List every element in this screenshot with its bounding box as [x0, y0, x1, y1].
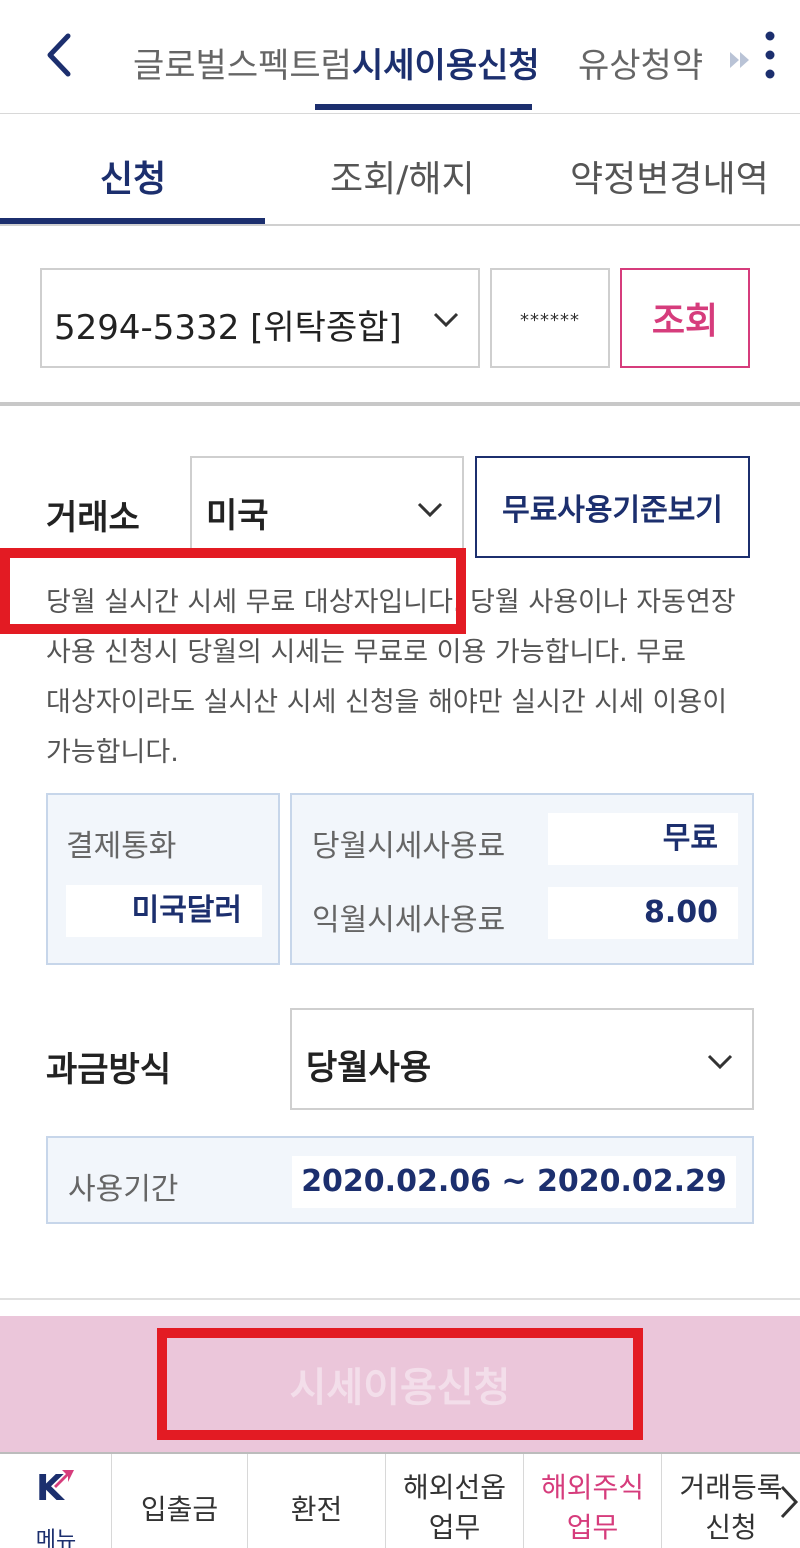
password-mask: ****** [520, 310, 580, 331]
chevron-right-icon[interactable] [778, 1484, 800, 1520]
billing-value: 당월사용 [306, 1048, 432, 1088]
section-divider [0, 1298, 800, 1300]
exchange-select[interactable]: 미국 [190, 456, 464, 558]
billing-label: 과금방식 [46, 1050, 172, 1090]
double-chevron-right-icon[interactable] [728, 48, 752, 72]
sub-tab-indicator [0, 218, 265, 224]
notice-line: 대상자이라도 실시산 시세 신청을 해야만 실시간 시세 이용이 [46, 687, 728, 718]
free-criteria-button[interactable]: 무료사용기준보기 [475, 456, 750, 558]
period-label: 사용기간 [68, 1172, 179, 1207]
bottom-nav: K 메뉴 입출금 환전 해외선옵 업무 해외주식 업무 거래등록 신청 [0, 1452, 800, 1548]
notice-line: 사용 신청시 당월의 시세는 무료로 이용 가능합니다. 무료 [46, 637, 686, 668]
next-month-fee-value: 8.00 [548, 887, 738, 939]
menu-button[interactable]: K 메뉴 [0, 1454, 112, 1548]
arrow-up-right-icon [54, 1470, 74, 1488]
period-panel: 사용기간 2020.02.06 ~ 2020.02.29 [46, 1136, 754, 1224]
nav-overseas-futures[interactable]: 해외선옵 업무 [386, 1454, 524, 1548]
currency-panel: 결제통화 미국달러 [46, 793, 280, 965]
nav-label: 업무 [566, 1511, 619, 1544]
highlight-box-notice [0, 548, 466, 634]
nav-label: 환전 [290, 1493, 343, 1526]
tab-apply[interactable]: 신청 [100, 150, 166, 202]
menu-label: 메뉴 [35, 1528, 77, 1548]
account-select[interactable]: 5294-5332 [위탁종합] [40, 268, 480, 368]
nav-overseas-stocks[interactable]: 해외주식 업무 [524, 1454, 662, 1548]
top-tab-global-spectrum[interactable]: 글로벌스펙트럼 [133, 38, 352, 87]
nav-deposit-withdraw[interactable]: 입출금 [112, 1454, 248, 1548]
period-value: 2020.02.06 ~ 2020.02.29 [292, 1156, 736, 1208]
fee-panel: 당월시세사용료 무료 익월시세사용료 8.00 [290, 793, 754, 965]
sub-tab-bar: 신청 조회/해지 약정변경내역 [0, 114, 800, 226]
highlight-box-apply [157, 1328, 643, 1440]
top-tab-indicator [315, 104, 532, 110]
top-header: 글로벌스펙트럼 시세이용신청 유상청약 [0, 0, 800, 114]
currency-value: 미국달러 [66, 885, 262, 937]
nav-label: 입출금 [140, 1493, 219, 1526]
tab-contract-history[interactable]: 약정변경내역 [570, 150, 769, 202]
account-row: 5294-5332 [위탁종합] ****** 조회 [0, 226, 800, 406]
chevron-down-icon [417, 502, 443, 518]
nav-label: 해외주식 [540, 1471, 645, 1504]
chevron-down-icon [433, 312, 459, 328]
next-month-fee-label: 익월시세사용료 [312, 903, 506, 938]
tab-inquiry-cancel[interactable]: 조회/해지 [330, 150, 475, 202]
nav-exchange[interactable]: 환전 [248, 1454, 386, 1548]
exchange-value: 미국 [206, 496, 269, 536]
this-month-fee-label: 당월시세사용료 [312, 829, 506, 864]
nav-label: 해외선옵 [402, 1471, 507, 1504]
top-tab-rights-offering[interactable]: 유상청약 [578, 38, 703, 87]
exchange-label: 거래소 [46, 498, 140, 538]
this-month-fee-value: 무료 [548, 813, 738, 865]
query-button[interactable]: 조회 [620, 268, 750, 368]
currency-label: 결제통화 [66, 829, 177, 864]
top-tab-quote-service[interactable]: 시세이용신청 [352, 38, 540, 87]
password-field[interactable]: ****** [490, 268, 610, 368]
account-number: 5294-5332 [위탁종합] [54, 308, 402, 348]
back-arrow-icon[interactable] [40, 30, 80, 80]
billing-select[interactable]: 당월사용 [290, 1008, 754, 1110]
chevron-down-icon [707, 1054, 733, 1070]
more-options-icon[interactable] [760, 30, 780, 80]
nav-label: 업무 [428, 1511, 481, 1544]
notice-line: 가능합니다. [46, 737, 179, 768]
